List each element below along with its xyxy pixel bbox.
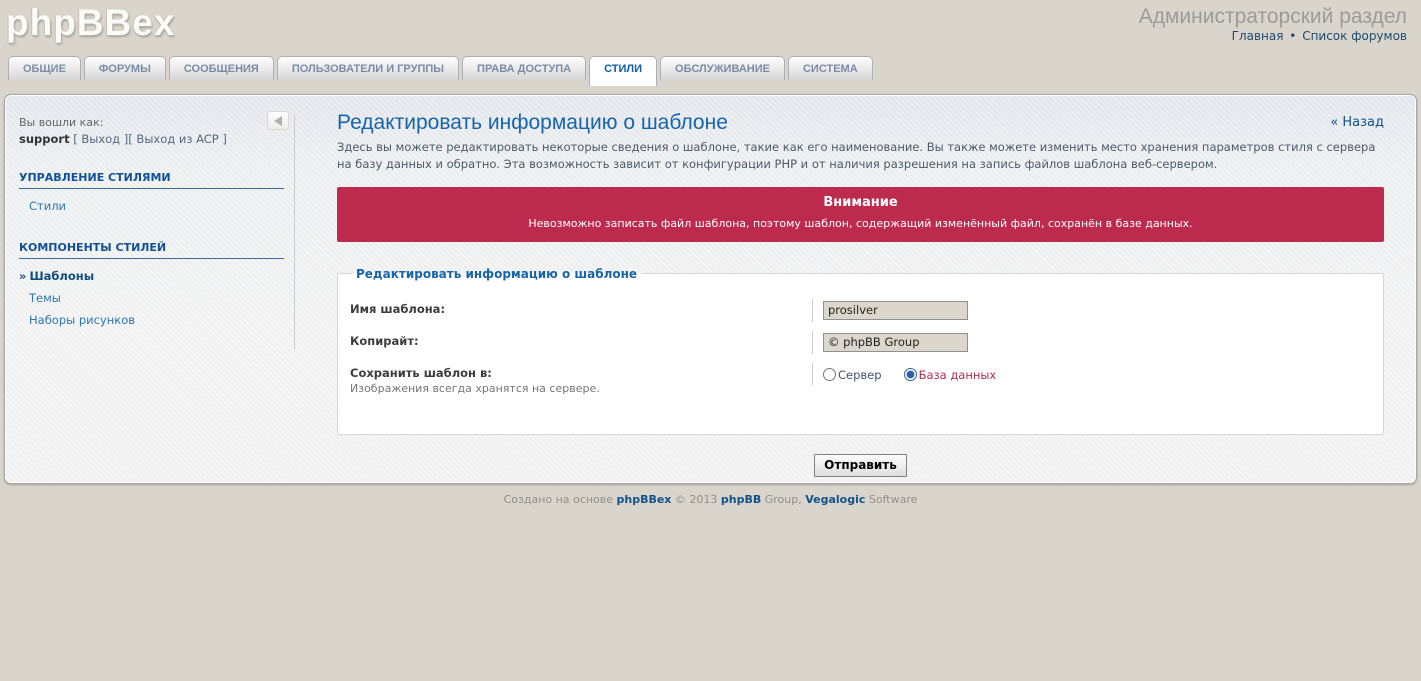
sidebar: Вы вошли как: support [ Выход ][ Выход и…	[5, 95, 295, 483]
warning-title: Внимание	[349, 195, 1372, 210]
form-row-store-template: Сохранить шаблон в: Изображения всегда х…	[350, 363, 1371, 395]
header: phpBBex Администраторский раздел Главная…	[0, 0, 1421, 56]
template-name-label: Имя шаблона:	[350, 302, 812, 316]
collapse-sidebar-button[interactable]	[267, 111, 289, 130]
logout-link[interactable]: [ Выход ]	[73, 132, 128, 146]
sidebar-item: Темы	[19, 287, 284, 309]
template-edit-form: Редактировать информацию о шаблоне Имя ш…	[337, 267, 1384, 477]
sidebar-menu-style-components: »Шаблоны Темы Наборы рисунков	[19, 265, 284, 331]
logged-in-as-label: Вы вошли как:	[19, 115, 284, 131]
back-link[interactable]: « Назад	[1330, 115, 1384, 130]
sidebar-item-themes[interactable]: Темы	[29, 291, 61, 305]
tab-forums[interactable]: ФОРУМЫ	[84, 56, 166, 80]
radio-option-database[interactable]: База данных	[904, 368, 997, 382]
footer-text: Group,	[761, 493, 805, 506]
template-name-input[interactable]	[823, 301, 968, 320]
links-separator: •	[1289, 29, 1296, 43]
collapse-left-icon	[274, 116, 282, 126]
user-line: support [ Выход ][ Выход из ACP ]	[19, 131, 284, 147]
submit-button[interactable]: Отправить	[814, 454, 907, 477]
radio-option-server[interactable]: Сервер	[823, 368, 882, 382]
forum-index-link[interactable]: Список форумов	[1302, 29, 1407, 43]
sidebar-item-styles[interactable]: Стили	[29, 199, 66, 213]
tab-permissions[interactable]: ПРАВА ДОСТУПА	[462, 56, 586, 80]
footer-text: Software	[865, 493, 917, 506]
tab-users-groups[interactable]: ПОЛЬЗОВАТЕЛИ И ГРУППЫ	[277, 56, 459, 80]
vegalogic-link[interactable]: Vegalogic	[805, 493, 865, 506]
form-row-copyright: Копирайт:	[350, 331, 1371, 354]
sidebar-item: Стили	[19, 195, 284, 217]
active-item-marker: »	[19, 269, 26, 283]
logo[interactable]: phpBBex	[6, 2, 175, 44]
warning-message: Невозможно записать файл шаблона, поэтом…	[349, 217, 1372, 230]
content: « Назад Редактировать информацию о шабло…	[295, 95, 1416, 483]
acp-page: phpBBex Администраторский раздел Главная…	[0, 0, 1421, 681]
warning-box: Внимание Невозможно записать файл шаблон…	[337, 187, 1384, 242]
page-description: Здесь вы можете редактировать некоторые …	[337, 139, 1384, 174]
tab-maintenance[interactable]: ОБСЛУЖИВАНИЕ	[660, 56, 785, 80]
sidebar-section-style-management: УПРАВЛЕНИЕ СТИЛЯМИ	[19, 171, 284, 189]
tab-bar: ОБЩИЕФОРУМЫСООБЩЕНИЯПОЛЬЗОВАТЕЛИ И ГРУПП…	[0, 56, 1421, 87]
tab-posting[interactable]: СООБЩЕНИЯ	[169, 56, 274, 80]
sidebar-item-imagesets[interactable]: Наборы рисунков	[29, 313, 135, 327]
sidebar-item: Наборы рисунков	[19, 309, 284, 331]
phpbbex-link[interactable]: phpBBex	[617, 493, 672, 506]
template-info-fieldset: Редактировать информацию о шаблоне Имя ш…	[337, 267, 1384, 435]
header-right: Администраторский раздел Главная • Списо…	[1139, 2, 1407, 43]
home-link[interactable]: Главная	[1232, 29, 1284, 43]
sidebar-item: »Шаблоны	[19, 265, 284, 287]
page-heading: Редактировать информацию о шаблоне	[337, 111, 1384, 135]
sidebar-item-templates[interactable]: Шаблоны	[29, 269, 94, 283]
sidebar-inner: Вы вошли как: support [ Выход ][ Выход и…	[19, 115, 295, 349]
phpbb-link[interactable]: phpBB	[721, 493, 761, 506]
main-panel: Вы вошли как: support [ Выход ][ Выход и…	[4, 94, 1417, 484]
tab-styles[interactable]: СТИЛИ	[589, 56, 657, 86]
sidebar-menu-style-management: Стили	[19, 195, 284, 217]
copyright-input[interactable]	[823, 333, 968, 352]
footer-text: Создано на основе	[504, 493, 617, 506]
footer-text: © 2013	[671, 493, 720, 506]
sidebar-section-style-components: КОМПОНЕНТЫ СТИЛЕЙ	[19, 241, 284, 259]
tab-system[interactable]: СИСТЕМА	[788, 56, 873, 80]
header-links: Главная • Список форумов	[1139, 29, 1407, 43]
database-radio[interactable]	[904, 368, 917, 381]
admin-section-title: Администраторский раздел	[1139, 6, 1407, 28]
tab-general[interactable]: ОБЩИЕ	[8, 56, 81, 80]
form-row-template-name: Имя шаблона:	[350, 299, 1371, 322]
store-template-hint: Изображения всегда хранятся на сервере.	[350, 382, 812, 395]
copyright-label: Копирайт:	[350, 334, 812, 348]
fieldset-legend: Редактировать информацию о шаблоне	[352, 267, 641, 281]
submit-row: Отправить	[337, 454, 1384, 477]
server-radio[interactable]	[823, 368, 836, 381]
store-template-label: Сохранить шаблон в:	[350, 366, 812, 380]
footer: Создано на основе phpBBex © 2013 phpBB G…	[0, 493, 1421, 506]
logout-acp-link[interactable]: [ Выход из ACP ]	[128, 132, 227, 146]
username: support	[19, 132, 70, 146]
